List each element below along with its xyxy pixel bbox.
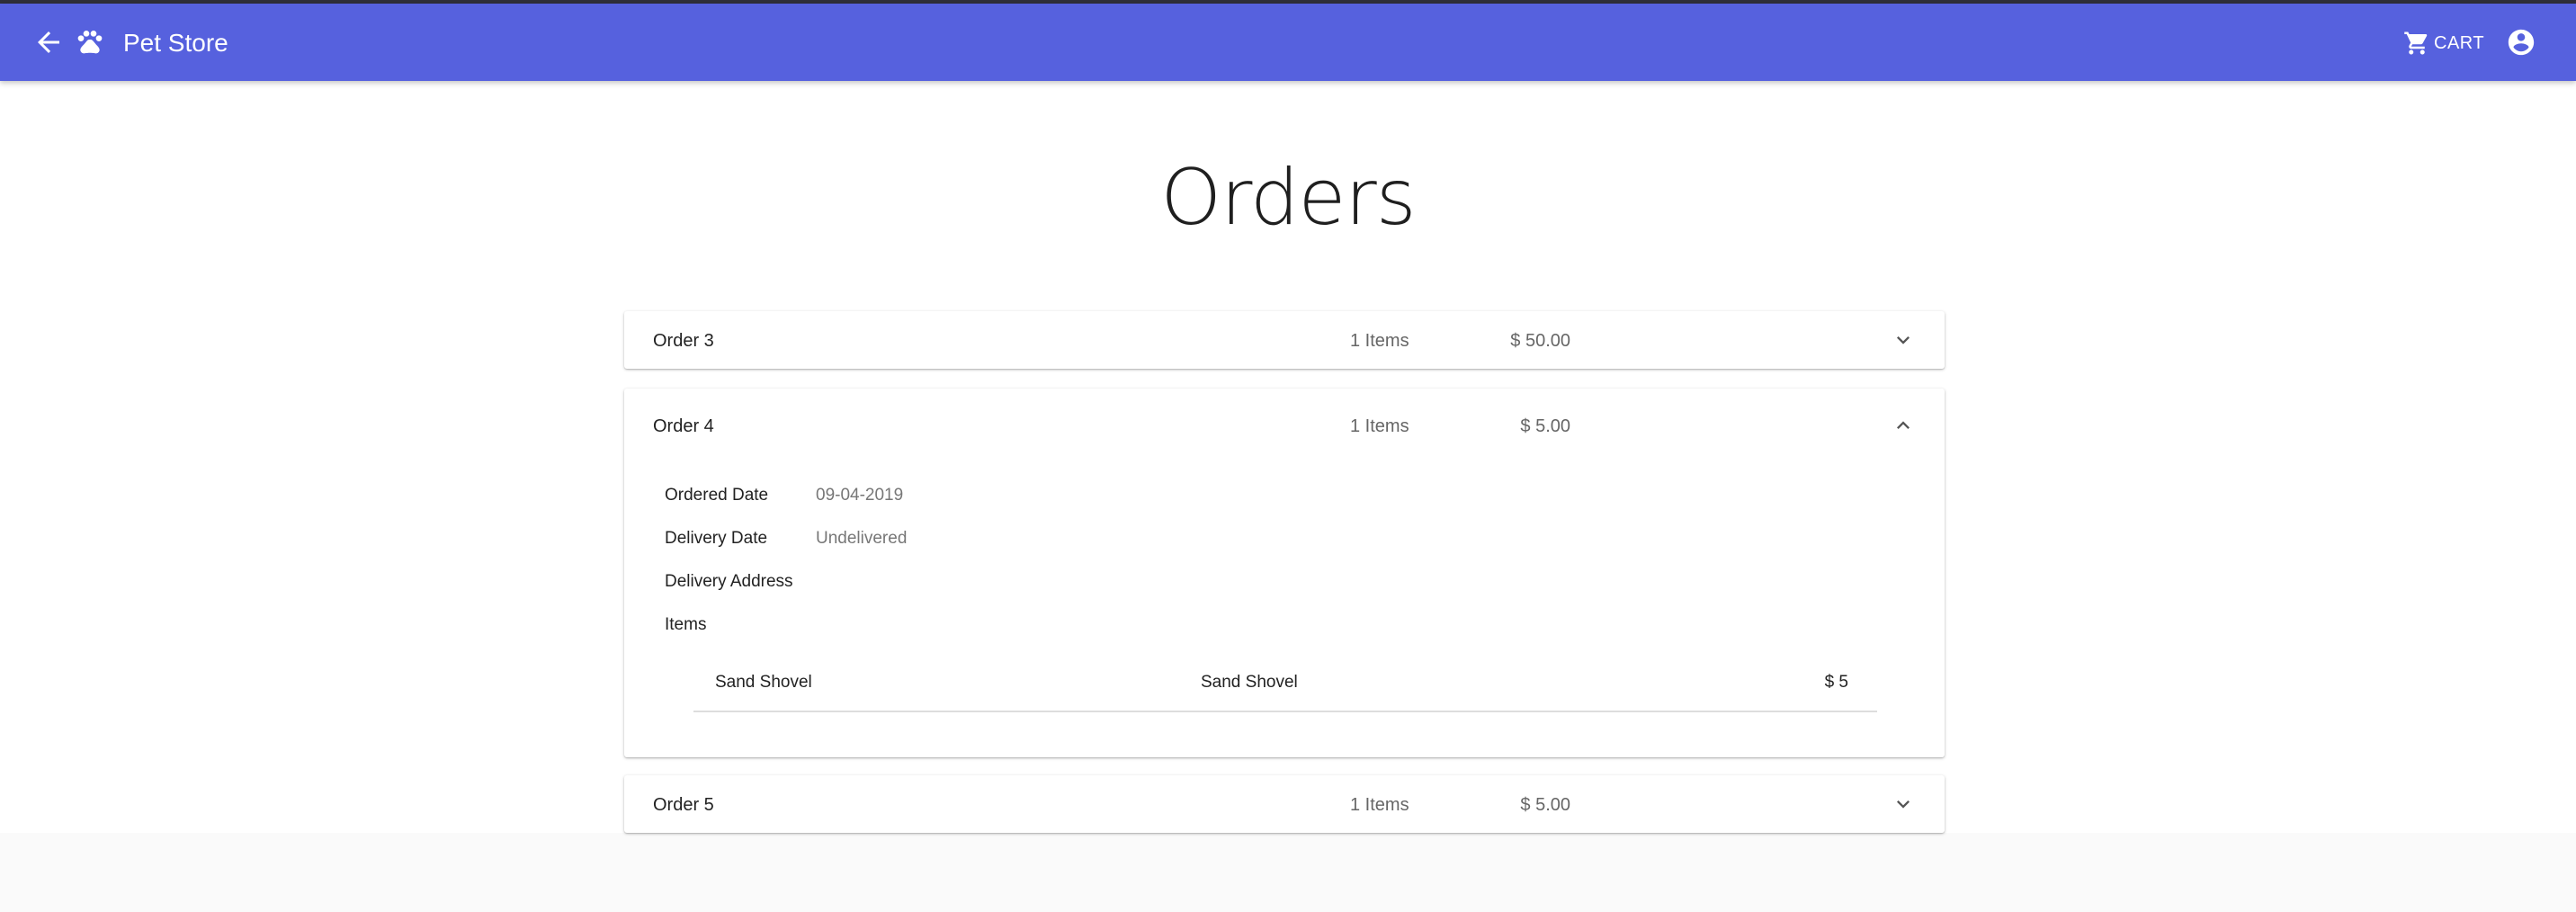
order-summary[interactable]: Order 3 1 Items $ 50.00: [624, 311, 1945, 369]
chevron-down-icon[interactable]: [1891, 327, 1916, 353]
chevron-up-icon[interactable]: [1891, 413, 1916, 438]
chevron-down-icon[interactable]: [1891, 791, 1916, 817]
order-panel: Order 5 1 Items $ 5.00: [624, 775, 1945, 833]
delivery-date-value: Undelivered: [816, 529, 908, 548]
items-label: Items: [665, 615, 707, 634]
arrow-back-icon[interactable]: [32, 26, 65, 58]
line-item-description: Sand Shovel: [1201, 673, 1298, 692]
order-summary[interactable]: Order 5 1 Items $ 5.00: [624, 775, 1945, 833]
ordered-date-value: 09-04-2019: [816, 486, 904, 505]
cart-button[interactable]: CART: [2403, 25, 2484, 61]
order-price: $ 5.00: [1520, 416, 1570, 436]
line-item-price: $ 5: [1824, 673, 1848, 692]
paw-icon: [77, 31, 103, 54]
line-item-name: Sand Shovel: [715, 673, 812, 692]
app-title: Pet Store: [123, 29, 228, 57]
app-bar: Pet Store CART: [0, 4, 2576, 81]
order-summary[interactable]: Order 4 1 Items $ 5.00: [624, 389, 1945, 446]
delivery-address-label: Delivery Address: [665, 572, 793, 591]
order-panel-expanded: Order 4 1 Items $ 5.00 Ordered Date 09-0…: [624, 389, 1945, 757]
account-circle-icon[interactable]: [2506, 27, 2536, 58]
ordered-date-label: Ordered Date: [665, 486, 769, 505]
order-name: Order 5: [653, 795, 714, 815]
order-price: $ 50.00: [1510, 331, 1570, 351]
table-row: Sand Shovel Sand Shovel $ 5: [693, 658, 1877, 712]
page-title: Orders: [1160, 153, 1416, 243]
cart-label: CART: [2434, 32, 2485, 53]
order-price: $ 5.00: [1520, 795, 1570, 815]
main-content: Orders Order 3 1 Items $ 50.00 Order 4 1…: [0, 81, 2576, 833]
order-name: Order 4: [653, 416, 714, 436]
delivery-date-label: Delivery Date: [665, 529, 768, 548]
order-name: Order 3: [653, 331, 714, 351]
order-panel: Order 3 1 Items $ 50.00: [624, 311, 1945, 369]
shopping-cart-icon: [2404, 31, 2428, 55]
